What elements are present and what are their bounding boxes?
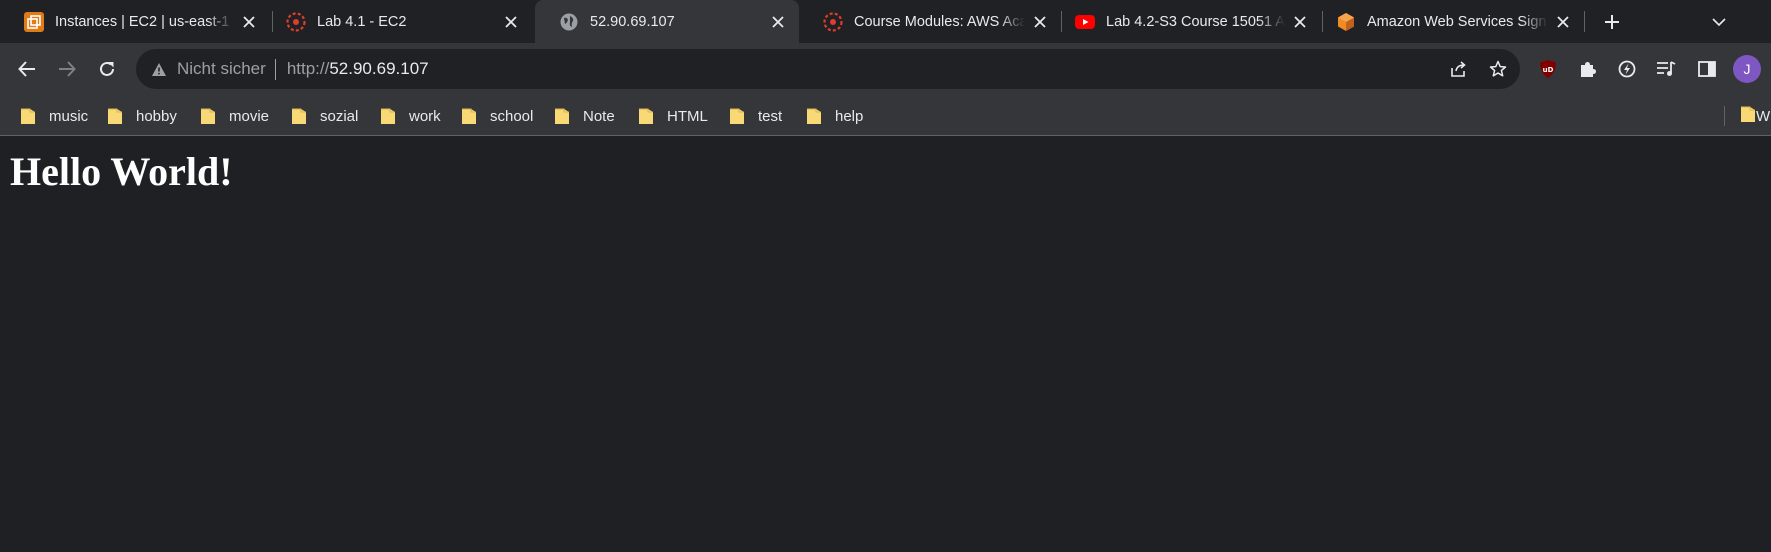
folder-icon <box>461 107 477 125</box>
bookmark-label: work <box>409 107 441 125</box>
side-panel-icon[interactable] <box>1690 52 1724 86</box>
tab-title: Amazon Web Services Sign- <box>1367 13 1548 30</box>
folder-icon <box>806 107 822 125</box>
tab-lab-4-1[interactable]: Lab 4.1 - EC2 <box>262 0 532 43</box>
speed-refresh-icon[interactable] <box>1610 52 1644 86</box>
bookmark-folder-other[interactable]: W <box>1740 104 1771 128</box>
bookmark-folder-music[interactable]: music <box>20 104 88 128</box>
bookmarks-separator <box>1724 106 1725 126</box>
tab-lab-4-2-s3[interactable]: Lab 4.2-S3 Course 15051 AW <box>1051 0 1321 43</box>
bookmark-folder-test[interactable]: test <box>729 104 782 128</box>
tab-title: Lab 4.2-S3 Course 15051 AW <box>1106 13 1285 30</box>
tab-strip: Instances | EC2 | us-east-1 Lab 4.1 - EC… <box>0 0 1771 43</box>
bookmark-folder-school[interactable]: school <box>461 104 533 128</box>
forward-button[interactable] <box>50 52 84 86</box>
security-status-label[interactable]: Nicht sicher <box>177 59 266 79</box>
close-icon[interactable] <box>1291 13 1309 31</box>
bookmark-folder-sozial[interactable]: sozial <box>291 104 358 128</box>
folder-icon <box>107 107 123 125</box>
new-tab-button[interactable] <box>1598 8 1626 36</box>
folder-icon <box>638 107 654 125</box>
bookmark-label: W <box>1756 107 1771 125</box>
omnibox-divider <box>274 58 276 80</box>
bookmark-star-icon[interactable] <box>1480 51 1516 87</box>
tab-title: Lab 4.1 - EC2 <box>317 13 407 30</box>
close-icon[interactable] <box>1554 13 1572 31</box>
media-queue-icon[interactable] <box>1649 52 1683 86</box>
tab-aws-sign-in[interactable]: Amazon Web Services Sign- <box>1312 0 1584 43</box>
reload-button[interactable] <box>90 52 124 86</box>
bookmark-label: HTML <box>667 107 708 125</box>
bookmark-label: school <box>490 107 534 125</box>
folder-icon <box>200 107 216 125</box>
tab-title: Instances | EC2 | us-east-1 <box>55 13 230 30</box>
url-host: 52.90.69.107 <box>329 59 429 78</box>
folder-icon <box>291 107 307 125</box>
bookmark-folder-help[interactable]: help <box>806 104 863 128</box>
canvas-icon <box>286 11 306 32</box>
bookmarks-bar: music hobby movie sozial work school Not… <box>0 96 1771 136</box>
bookmark-folder-html[interactable]: HTML <box>638 104 708 128</box>
url-text[interactable]: http://52.90.69.107 <box>287 59 429 79</box>
aws-box-icon <box>1336 12 1356 32</box>
tab-course-modules[interactable]: Course Modules: AWS Acad <box>799 0 1061 43</box>
folder-icon <box>554 107 570 125</box>
ublock-origin-icon[interactable]: uD <box>1531 52 1565 86</box>
bookmark-label: Note <box>583 107 615 125</box>
bookmark-folder-note[interactable]: Note <box>554 104 615 128</box>
bookmark-label: movie <box>229 107 270 125</box>
bookmark-folder-hobby[interactable]: hobby <box>107 104 177 128</box>
folder-icon <box>1740 105 1756 127</box>
bookmark-folder-movie[interactable]: movie <box>200 104 269 128</box>
share-icon[interactable] <box>1440 51 1476 87</box>
tab-title: Course Modules: AWS Acad <box>854 13 1025 30</box>
extensions-puzzle-icon[interactable] <box>1571 52 1605 86</box>
back-button[interactable] <box>10 52 44 86</box>
page-heading: Hello World! <box>10 149 233 194</box>
bookmark-label: sozial <box>320 107 359 125</box>
svg-text:uD: uD <box>1543 66 1554 74</box>
close-icon[interactable] <box>1031 13 1049 31</box>
tab-52-90-69-107[interactable]: 52.90.69.107 <box>535 0 799 43</box>
page-viewport: Hello World! <box>0 136 1771 552</box>
bookmark-label: help <box>835 107 864 125</box>
bookmark-label: test <box>758 107 783 125</box>
folder-icon <box>20 107 36 125</box>
globe-icon <box>559 12 579 32</box>
canvas-icon <box>823 11 843 32</box>
bookmark-label: hobby <box>136 107 177 125</box>
tab-search-button[interactable] <box>1705 8 1733 36</box>
address-bar[interactable]: Nicht sicher http://52.90.69.107 <box>136 49 1520 89</box>
bookmark-label: music <box>49 107 89 125</box>
folder-icon <box>729 107 745 125</box>
folder-icon <box>380 107 396 125</box>
url-scheme: http:// <box>286 59 330 78</box>
close-icon[interactable] <box>502 13 520 31</box>
aws-ec2-icon <box>24 11 44 32</box>
tab-title: 52.90.69.107 <box>590 13 675 30</box>
tab-instances-ec2[interactable]: Instances | EC2 | us-east-1 <box>0 0 270 43</box>
close-icon[interactable] <box>769 13 787 31</box>
bookmark-folder-work[interactable]: work <box>380 104 441 128</box>
close-icon[interactable] <box>240 13 258 31</box>
profile-avatar[interactable]: J <box>1733 55 1761 83</box>
browser-toolbar: Nicht sicher http://52.90.69.107 uD J <box>0 43 1771 96</box>
youtube-icon <box>1075 12 1095 32</box>
tab-separator <box>1584 11 1585 32</box>
warning-icon[interactable] <box>150 60 168 78</box>
